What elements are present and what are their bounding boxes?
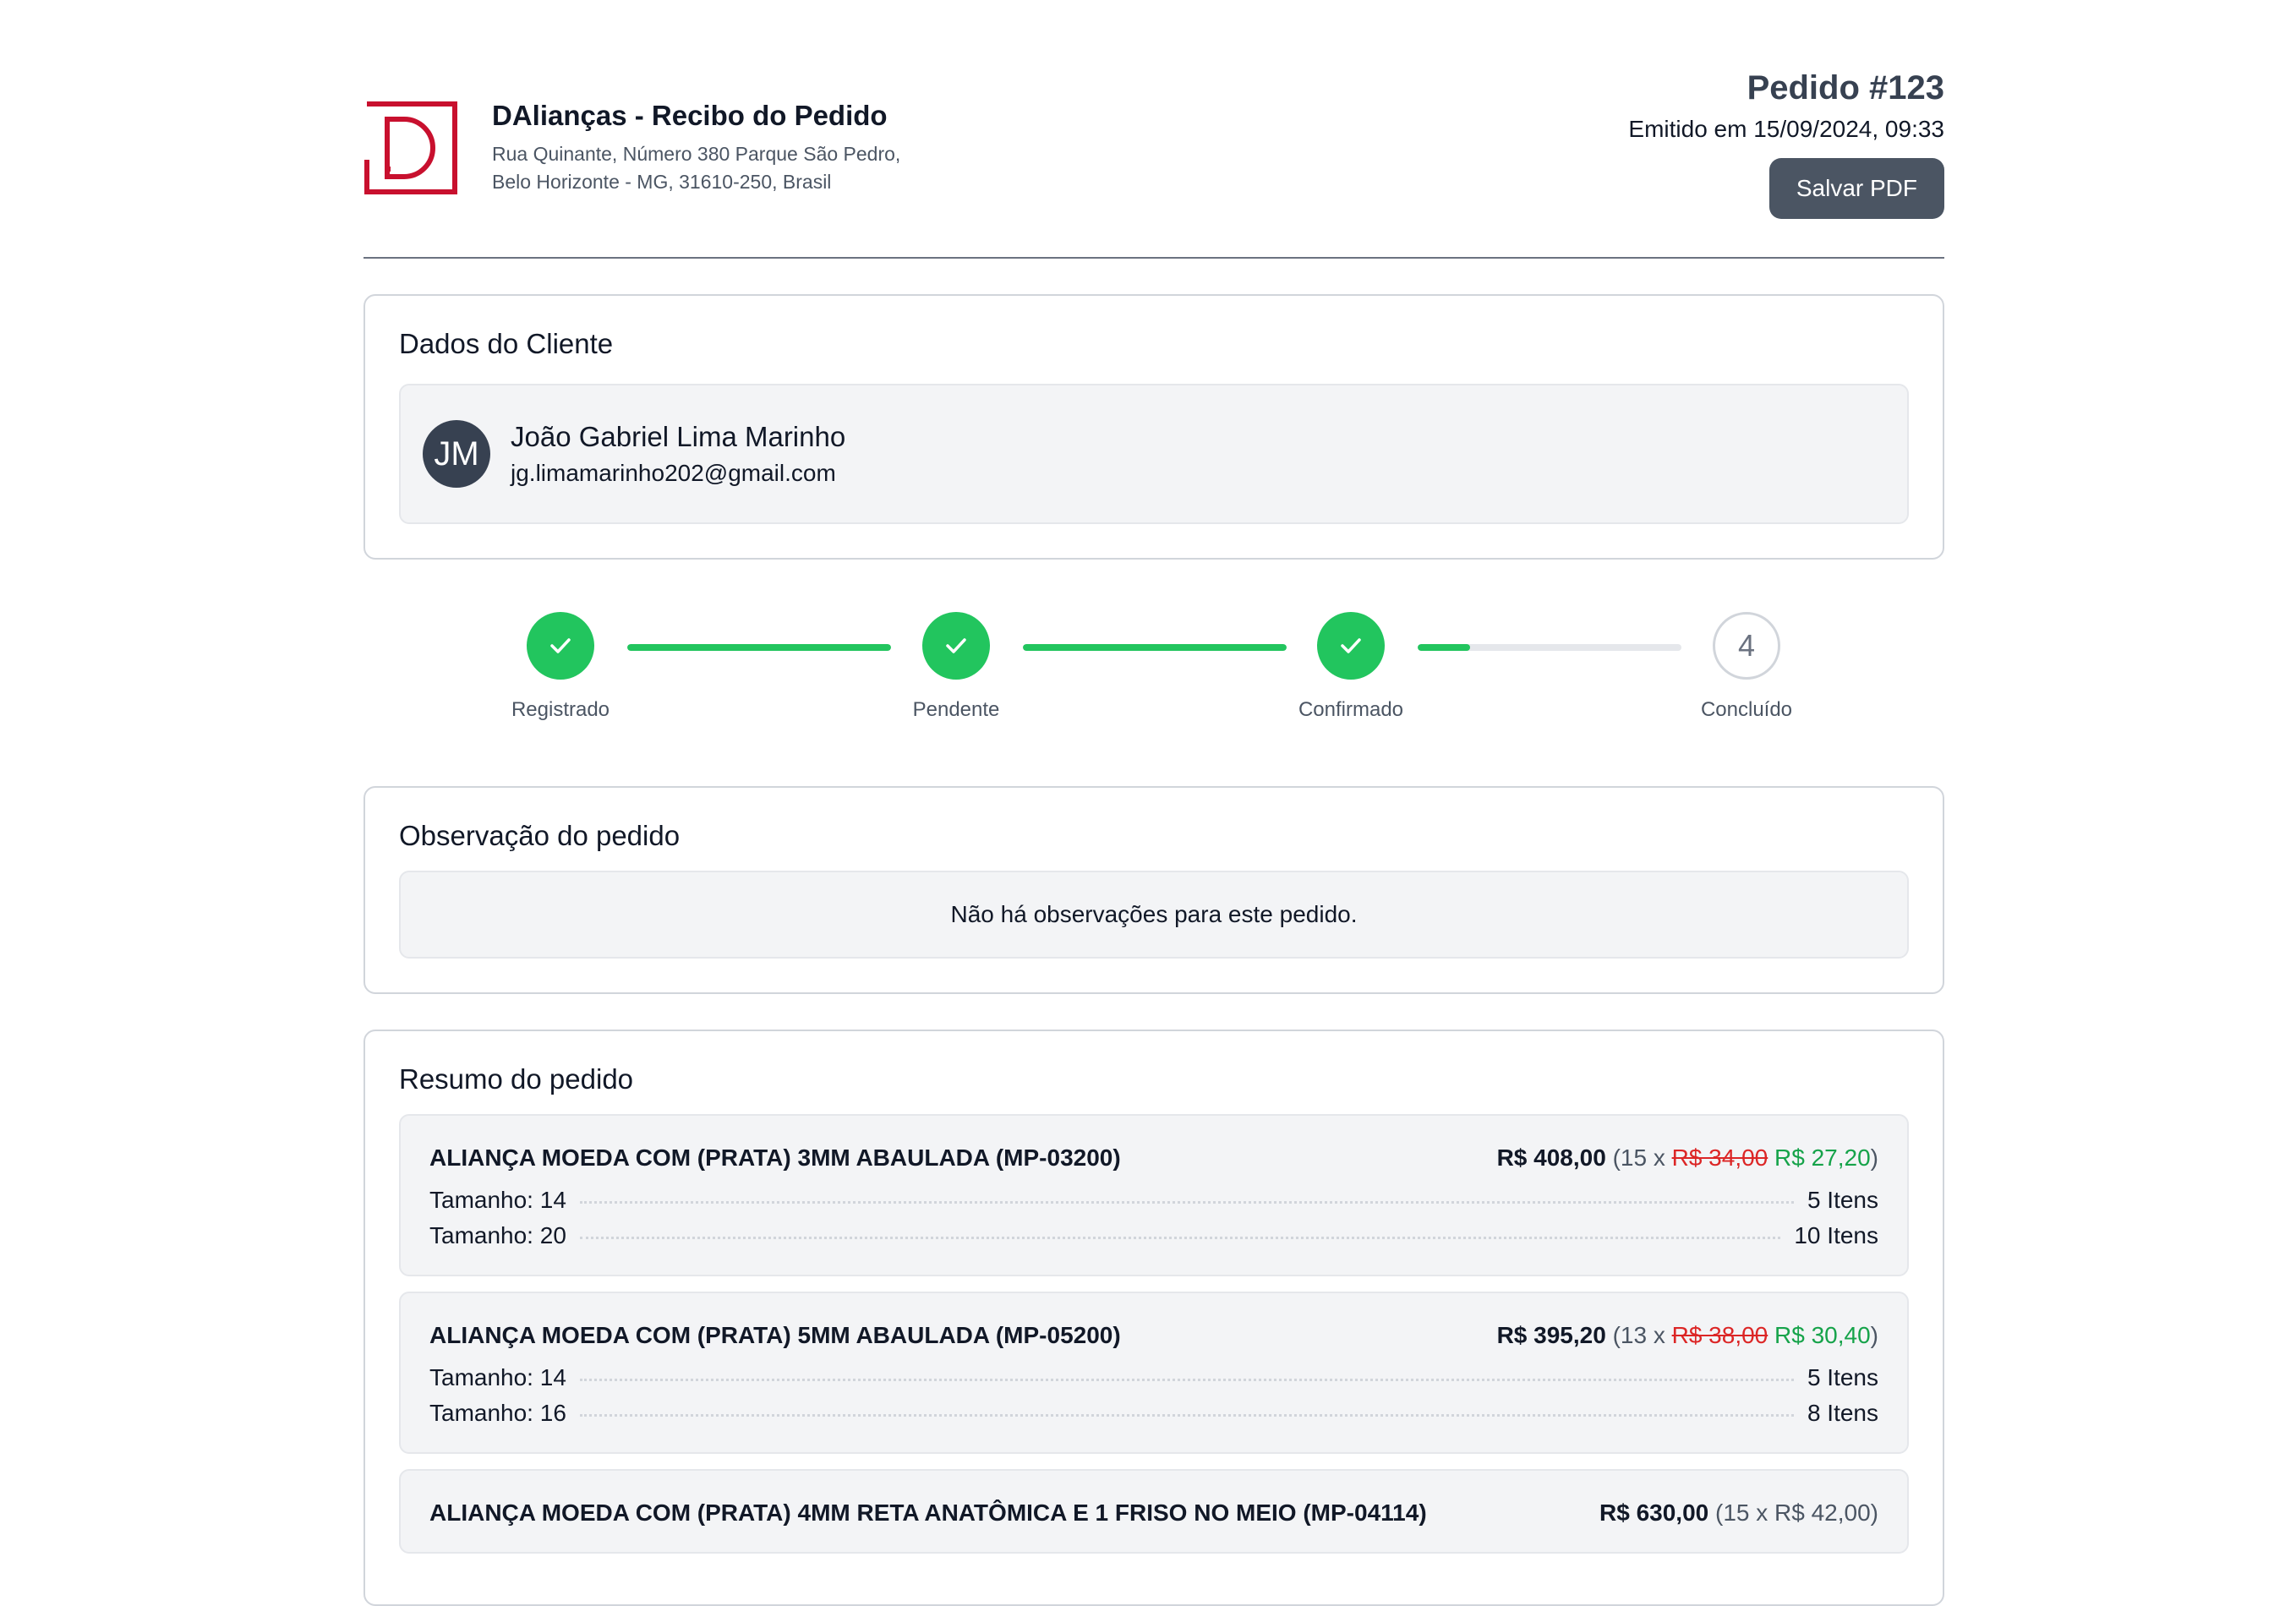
size-row: Tamanho: 14 5 Itens	[429, 1187, 1878, 1214]
size-qty: 10 Itens	[1794, 1222, 1878, 1248]
receipt-page: DAlianças - Recibo do Pedido Rua Quinant…	[364, 0, 1944, 1606]
order-item: ALIANÇA MOEDA COM (PRATA) 5MM ABAULADA (…	[399, 1292, 1909, 1454]
size-label: Tamanho: 14	[429, 1364, 566, 1390]
progress-bar-fill	[1023, 644, 1287, 651]
order-block: Pedido #123 Emitido em 15/09/2024, 09:33…	[1628, 69, 1944, 219]
item-price: R$ 630,00 (15 x R$ 42,00)	[1599, 1499, 1878, 1527]
step-label: Concluído	[1700, 698, 1793, 721]
order-progress: Registrado Pendente Confirmado 4 Concluí…	[364, 593, 1944, 762]
brand-block: DAlianças - Recibo do Pedido Rua Quinant…	[364, 100, 900, 196]
progress-bar-1	[627, 644, 891, 651]
item-suffix: )	[1870, 1144, 1878, 1171]
size-row: Tamanho: 20 10 Itens	[429, 1222, 1878, 1249]
item-old-price: R$ 34,00	[1671, 1144, 1768, 1171]
order-number: Pedido #123	[1747, 69, 1944, 107]
size-qty: 8 Itens	[1807, 1400, 1878, 1426]
size-label: Tamanho: 14	[429, 1187, 566, 1213]
step-registrado: Registrado	[476, 612, 645, 722]
progress-bar-fill	[627, 644, 891, 651]
address-line-2: Belo Horizonte - MG, 31610-250, Brasil	[492, 171, 832, 193]
item-new-price: R$ 30,40	[1774, 1322, 1871, 1348]
item-name: ALIANÇA MOEDA COM (PRATA) 4MM RETA ANATÔ…	[429, 1499, 1427, 1526]
item-name: ALIANÇA MOEDA COM (PRATA) 3MM ABAULADA (…	[429, 1144, 1121, 1171]
item-qty-prefix: (15 x	[1612, 1144, 1672, 1171]
address-line-1: Rua Quinante, Número 380 Parque São Pedr…	[492, 143, 901, 165]
progress-bar-fill	[1418, 644, 1471, 651]
client-card: Dados do Cliente JM João Gabriel Lima Ma…	[364, 294, 1944, 560]
size-row: Tamanho: 16 8 Itens	[429, 1400, 1878, 1427]
summary-title: Resumo do pedido	[399, 1063, 634, 1095]
client-info: JM João Gabriel Lima Marinho jg.limamari…	[399, 384, 1909, 524]
item-name: ALIANÇA MOEDA COM (PRATA) 5MM ABAULADA (…	[429, 1322, 1121, 1348]
size-label: Tamanho: 16	[429, 1400, 566, 1426]
issued-date: Emitido em 15/09/2024, 09:33	[1628, 116, 1944, 142]
step-number: 4	[1713, 612, 1780, 680]
item-old-price: R$ 38,00	[1671, 1322, 1768, 1348]
observation-title: Observação do pedido	[399, 820, 681, 851]
client-name: João Gabriel Lima Marinho	[511, 421, 846, 452]
avatar: JM	[423, 420, 490, 488]
size-qty: 5 Itens	[1807, 1364, 1878, 1390]
size-qty: 5 Itens	[1807, 1187, 1878, 1213]
brand-title: DAlianças - Recibo do Pedido	[492, 100, 888, 131]
size-row: Tamanho: 14 5 Itens	[429, 1364, 1878, 1391]
check-icon	[922, 612, 990, 680]
item-qty-text: (15 x R$ 42,00)	[1715, 1499, 1878, 1526]
save-pdf-button[interactable]: Salvar PDF	[1768, 158, 1944, 219]
d-logo-icon	[364, 101, 457, 194]
step-pendente: Pendente	[872, 612, 1041, 722]
header-divider	[364, 257, 1944, 259]
client-email: jg.limamarinho202@gmail.com	[511, 460, 836, 486]
client-card-title: Dados do Cliente	[399, 328, 614, 359]
dotted-leader	[579, 1200, 1794, 1204]
item-total: R$ 408,00	[1496, 1144, 1606, 1171]
observation-text: Não há observações para este pedido.	[399, 871, 1909, 959]
step-label: Confirmado	[1298, 698, 1404, 721]
observation-card: Observação do pedido Não há observações …	[364, 786, 1944, 994]
size-label: Tamanho: 20	[429, 1222, 566, 1248]
item-suffix: )	[1870, 1322, 1878, 1348]
step-confirmado: Confirmado	[1266, 612, 1435, 722]
dotted-leader	[579, 1378, 1794, 1381]
step-label: Registrado	[511, 698, 610, 721]
item-new-price: R$ 27,20	[1774, 1144, 1871, 1171]
check-icon	[1317, 612, 1385, 680]
progress-bar-3	[1418, 644, 1681, 651]
item-price: R$ 395,20 (13 x R$ 38,00 R$ 30,40)	[1497, 1322, 1878, 1349]
step-label: Pendente	[912, 698, 1000, 721]
item-total: R$ 630,00	[1599, 1499, 1709, 1526]
dotted-leader	[579, 1236, 1781, 1239]
item-qty-prefix: (13 x	[1612, 1322, 1672, 1348]
summary-card: Resumo do pedido ALIANÇA MOEDA COM (PRAT…	[364, 1030, 1944, 1606]
check-icon	[527, 612, 594, 680]
item-total: R$ 395,20	[1496, 1322, 1606, 1348]
item-price: R$ 408,00 (15 x R$ 34,00 R$ 27,20)	[1497, 1144, 1878, 1172]
progress-bar-2	[1023, 644, 1287, 651]
brand-text: DAlianças - Recibo do Pedido Rua Quinant…	[492, 100, 900, 196]
order-item: ALIANÇA MOEDA COM (PRATA) 3MM ABAULADA (…	[399, 1114, 1909, 1276]
dotted-leader	[579, 1413, 1794, 1417]
order-item: ALIANÇA MOEDA COM (PRATA) 4MM RETA ANATÔ…	[399, 1469, 1909, 1554]
step-concluido: 4 Concluído	[1662, 612, 1831, 722]
receipt-header: DAlianças - Recibo do Pedido Rua Quinant…	[364, 69, 1944, 257]
